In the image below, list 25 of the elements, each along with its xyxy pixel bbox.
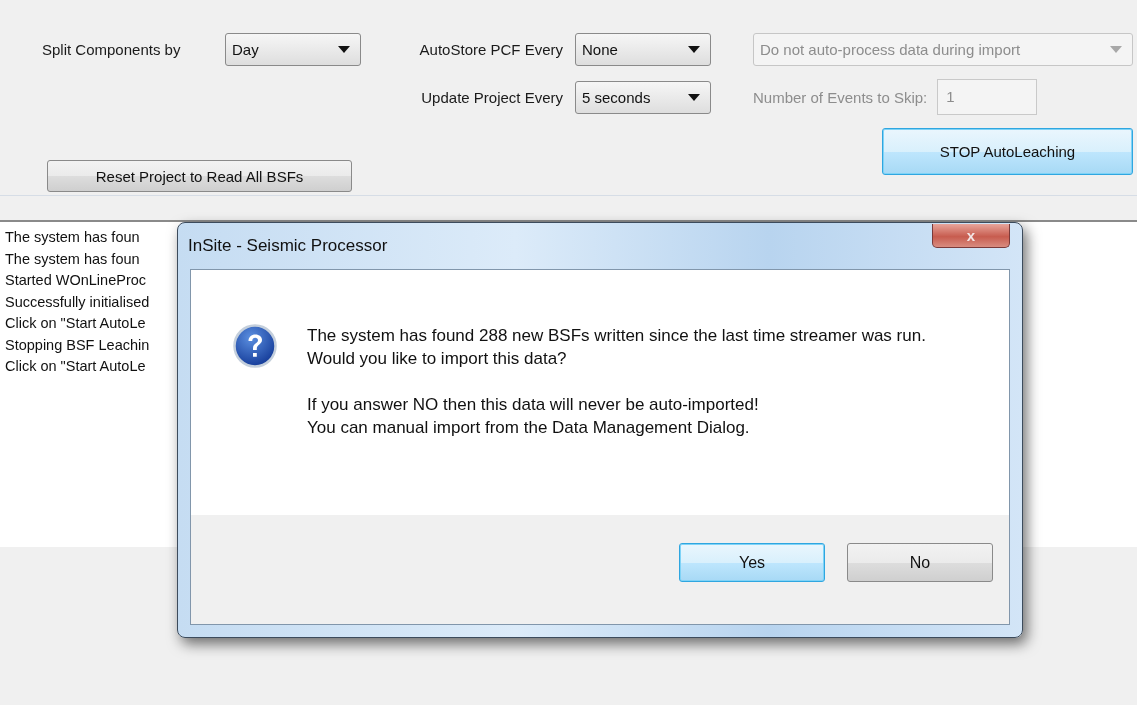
question-icon [233,324,277,368]
log-line: Successfully initialised [5,292,151,312]
dialog-title: InSite - Seismic Processor [188,236,388,256]
dropdown-arrow-icon [1110,45,1122,53]
field-label: Split Components by [42,40,181,58]
log-line: Started WOnLineProc [5,271,148,290]
log-line: The system has foun [5,249,141,269]
log-line: Click on "Start AutoLe [5,357,147,376]
field-label: AutoStore PCF Every [419,40,564,58]
dropdown[interactable]: Day [225,32,361,66]
reset-button[interactable]: Reset Project to Read All BSFs [47,160,352,192]
log-line: Click on "Start AutoLe [5,314,147,333]
dialog-message: The system has found 288 new BSFs written since the last time streamer was run. Would you like to import this data? If you answer NO then this data will never be auto-imported! You can manual import from the Data Management Dialog. [307,325,927,439]
dropdown[interactable]: None [575,32,711,66]
field-label: Update Project Every [421,88,564,106]
dialog-button[interactable]: No [847,543,993,582]
log-line: Stopping BSF Leachin [5,335,151,355]
dropdown-arrow-icon [688,45,700,53]
field-label: Number of Events to Skip: [753,88,928,106]
stop-button[interactable]: STOP AutoLeaching [882,128,1133,175]
dropdown-arrow-icon [688,93,700,101]
dropdown[interactable]: 5 seconds [575,80,711,114]
dropdown-arrow-icon [338,45,350,53]
dialog-button[interactable]: Yes [679,543,825,582]
log-line: The system has foun [5,228,141,247]
